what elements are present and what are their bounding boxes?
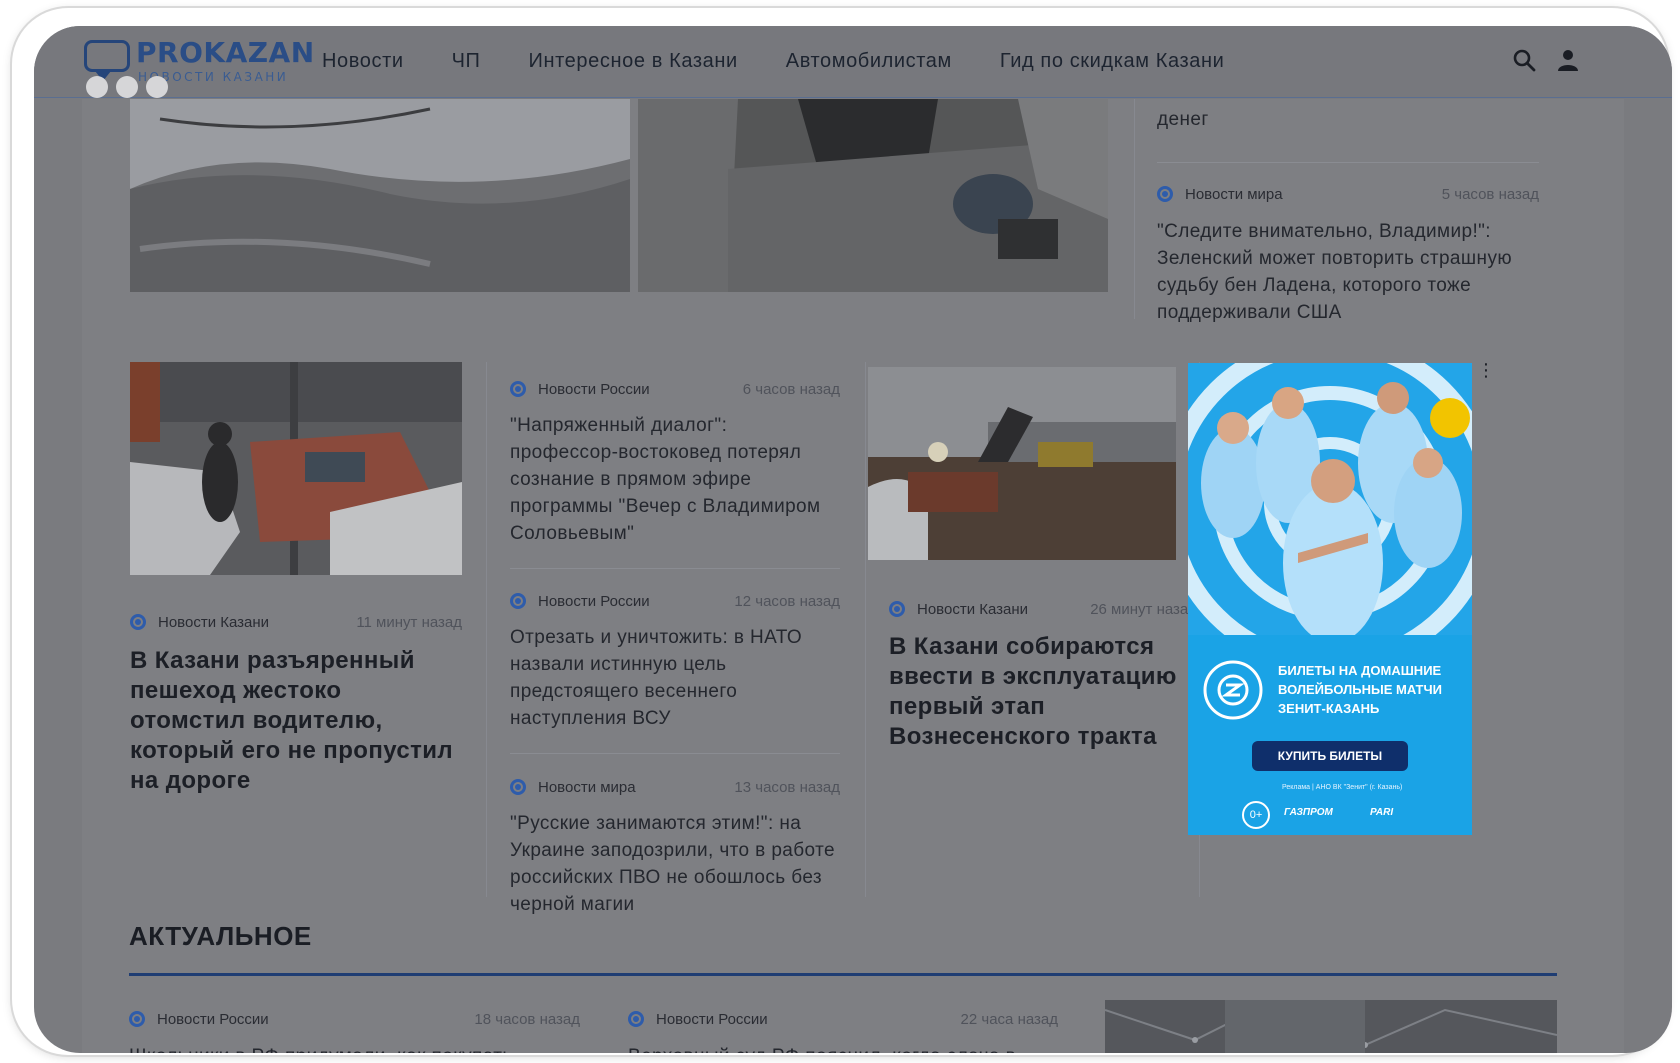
- ad-banner[interactable]: БИЛЕТЫ НА ДОМАШНИЕ ВОЛЕЙБОЛЬНЫЕ МАТЧИ ЗЕ…: [1188, 363, 1472, 835]
- article-time: 12 часов назад: [734, 593, 840, 610]
- category-label[interactable]: Новости мира: [1185, 186, 1283, 203]
- news-image-room[interactable]: [638, 99, 1108, 292]
- ad-headline: БИЛЕТЫ НА ДОМАШНИЕ ВОЛЕЙБОЛЬНЫЕ МАТЧИ ЗЕ…: [1278, 663, 1442, 716]
- news-image-network[interactable]: [1105, 1000, 1557, 1053]
- list-divider: [510, 568, 840, 569]
- category-label[interactable]: Новости мира: [538, 779, 636, 796]
- window-controls: [86, 76, 168, 98]
- article-time: 13 часов назад: [734, 779, 840, 796]
- category-dot-icon: [510, 593, 526, 609]
- category-dot-icon: [510, 779, 526, 795]
- logo-title: PROKAZAN: [136, 36, 315, 69]
- article-title[interactable]: Школьники в РФ придумали, как покупать: [129, 1043, 580, 1053]
- nav-item-motorists[interactable]: Автомобилистам: [786, 50, 952, 73]
- article-meta: Новости России 18 часов назад: [129, 1011, 580, 1028]
- age-rating-badge: 0+: [1242, 801, 1270, 829]
- article-meta: Новости мира 13 часов назад: [510, 779, 840, 796]
- nav-item-interesting[interactable]: Интересное в Казани: [529, 50, 738, 73]
- sponsor-gazprom: ГАЗПРОМ: [1284, 807, 1333, 818]
- window-dot-icon[interactable]: [116, 76, 138, 98]
- column-divider: [486, 362, 487, 897]
- article-meta: Новости мира 5 часов назад: [1157, 186, 1539, 203]
- category-label[interactable]: Новости России: [157, 1011, 269, 1028]
- partial-article-title[interactable]: денег: [1157, 106, 1537, 133]
- article-time: 18 часов назад: [474, 1011, 580, 1028]
- site-header: PROKAZAN НОВОСТИ КАЗАНИ Новости ЧП Интер…: [34, 26, 1672, 98]
- browser-screen: PROKAZAN НОВОСТИ КАЗАНИ Новости ЧП Интер…: [34, 26, 1672, 1053]
- article-meta: Новости России 22 часа назад: [628, 1011, 1058, 1028]
- ad-players-image: [1188, 363, 1472, 635]
- window-dot-icon[interactable]: [146, 76, 168, 98]
- logo-bubble-icon: [84, 40, 130, 81]
- sponsor-pari: PARI: [1370, 807, 1394, 818]
- category-label[interactable]: Новости Казани: [917, 601, 1028, 618]
- list-divider: [1157, 162, 1539, 163]
- article-title[interactable]: Верховный суд РФ пояснил, когда слача в: [628, 1043, 1058, 1053]
- article-title[interactable]: "Напряженный диалог": профессор-востоков…: [510, 412, 840, 547]
- section-underline: [129, 973, 1557, 976]
- column-divider: [1134, 99, 1135, 319]
- category-label[interactable]: Новости России: [538, 381, 650, 398]
- category-dot-icon: [628, 1011, 644, 1027]
- category-dot-icon: [129, 1011, 145, 1027]
- category-label[interactable]: Новости России: [538, 593, 650, 610]
- device-frame: PROKAZAN НОВОСТИ КАЗАНИ Новости ЧП Интер…: [12, 8, 1672, 1055]
- nav-item-news[interactable]: Новости: [322, 50, 404, 73]
- window-dot-icon[interactable]: [86, 76, 108, 98]
- article-title[interactable]: "Русские занимаются этим!": на Украине з…: [510, 810, 840, 918]
- article-time: 6 часов назад: [742, 381, 840, 398]
- article-time: 22 часа назад: [960, 1011, 1058, 1028]
- article-time: 5 часов назад: [1441, 186, 1539, 203]
- news-image-snow[interactable]: [130, 99, 630, 292]
- list-divider: [510, 753, 840, 754]
- user-icon[interactable]: [1556, 48, 1580, 72]
- category-dot-icon: [510, 381, 526, 397]
- news-image-construction[interactable]: [868, 367, 1176, 560]
- article-title[interactable]: Отрезать и уничтожить: в НАТО назвали ис…: [510, 624, 840, 732]
- category-dot-icon: [1157, 186, 1173, 202]
- category-dot-icon: [130, 614, 146, 630]
- article-title[interactable]: "Следите внимательно, Владимир!": Зеленс…: [1157, 218, 1542, 326]
- article-meta: Новости России 6 часов назад: [510, 381, 840, 398]
- vertical-dots-icon[interactable]: ⋮: [1477, 362, 1495, 380]
- category-label[interactable]: Новости России: [656, 1011, 768, 1028]
- zenit-logo-icon: [1203, 660, 1263, 720]
- section-title: АКТУАЛЬНОЕ: [129, 921, 312, 951]
- nav-item-incidents[interactable]: ЧП: [452, 50, 481, 73]
- article-meta: Новости России 12 часов назад: [510, 593, 840, 610]
- article-meta: Новости Казани 11 минут назад: [130, 614, 462, 631]
- article-time: 11 минут назад: [356, 614, 462, 631]
- ad-fine-print: Реклама | АНО ВК "Зенит" (г. Казань): [1282, 784, 1403, 791]
- nav-item-discounts[interactable]: Гид по скидкам Казани: [1000, 50, 1225, 73]
- article-title[interactable]: В Казани собираются ввести в эксплуатаци…: [889, 632, 1197, 752]
- article-title[interactable]: В Казани разъяренный пешеход жестоко ото…: [130, 646, 462, 796]
- news-image-cars[interactable]: [130, 362, 462, 575]
- search-icon[interactable]: [1512, 48, 1536, 72]
- category-dot-icon: [889, 601, 905, 617]
- article-time: 26 минут назад: [1090, 601, 1197, 618]
- column-divider: [865, 362, 866, 897]
- buy-tickets-button[interactable]: КУПИТЬ БИЛЕТЫ: [1252, 741, 1408, 771]
- main-nav: Новости ЧП Интересное в Казани Автомобил…: [322, 50, 1272, 73]
- category-label[interactable]: Новости Казани: [158, 614, 269, 631]
- article-meta: Новости Казани 26 минут назад: [889, 601, 1197, 618]
